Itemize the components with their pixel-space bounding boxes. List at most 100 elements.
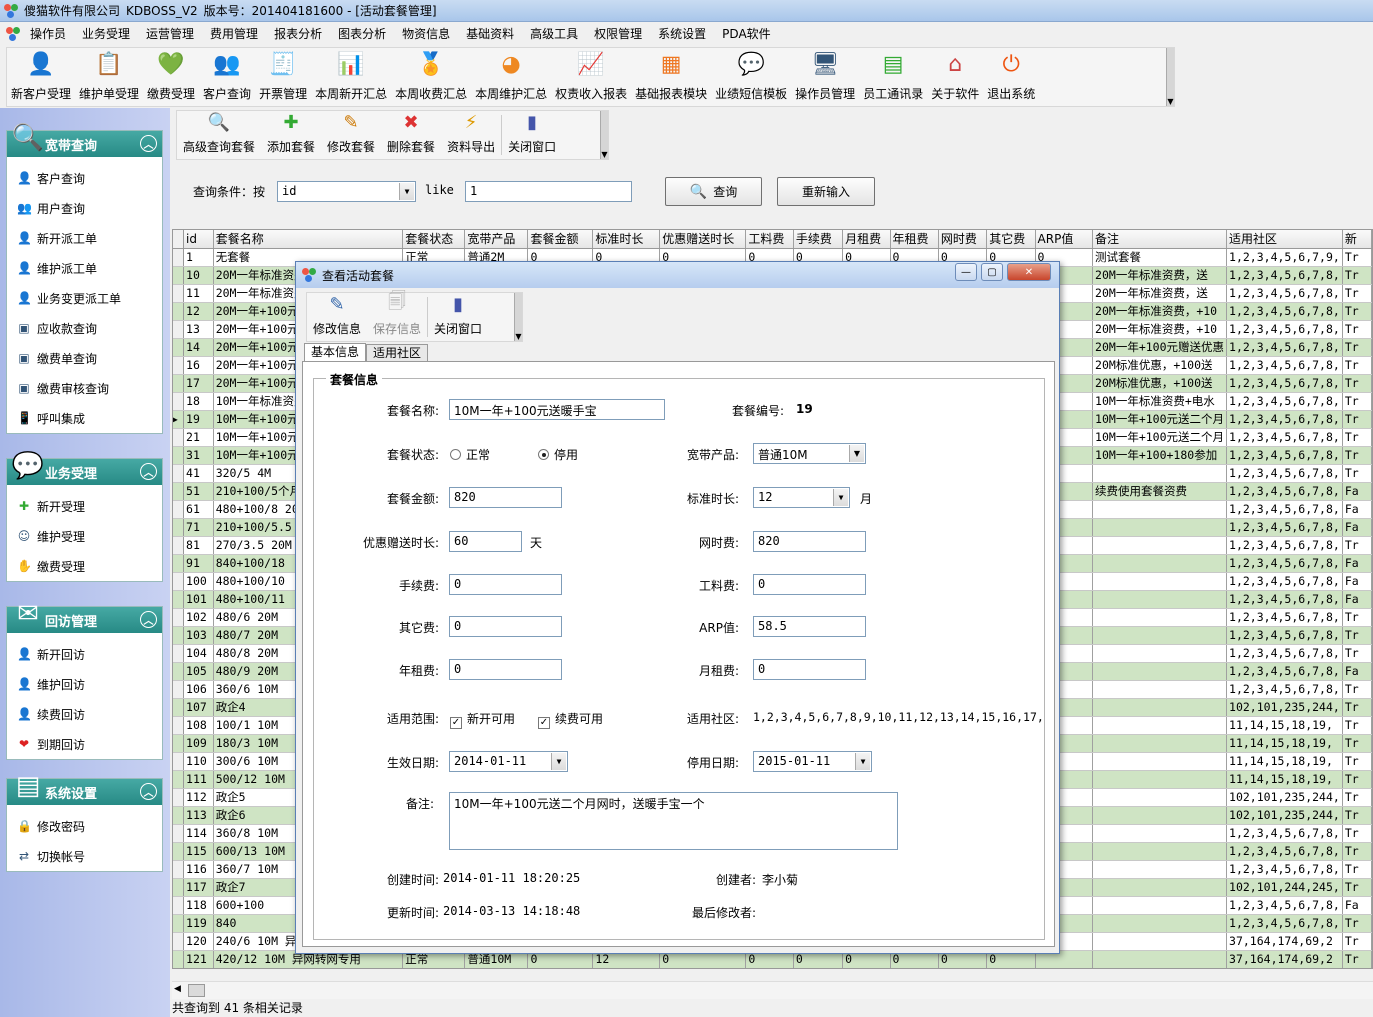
- other-input[interactable]: 0: [449, 616, 562, 637]
- nettime-input[interactable]: 820: [753, 531, 866, 552]
- row-header[interactable]: [173, 662, 185, 681]
- toolbar-overflow-icon[interactable]: ▼: [1166, 48, 1174, 106]
- collapse-chevron-icon[interactable]: ︿: [140, 611, 157, 628]
- sidebar-panel-header[interactable]: 🔍 宽带查询 ︿: [7, 123, 162, 157]
- row-header[interactable]: [173, 266, 185, 285]
- tab-0[interactable]: 基本信息: [304, 343, 367, 362]
- chevron-down-icon[interactable]: ▼: [399, 183, 414, 200]
- toolbar-button-1[interactable]: 📋 维护单受理: [75, 48, 143, 106]
- sidebar-item[interactable]: ✋ 缴费受理: [7, 551, 162, 581]
- menu-item-5[interactable]: 图表分析: [330, 22, 394, 46]
- row-header[interactable]: [173, 824, 185, 843]
- column-header[interactable]: 标准时长: [592, 230, 661, 249]
- row-header[interactable]: [173, 932, 185, 951]
- sidebar-item[interactable]: 👤 维护派工单: [7, 253, 162, 283]
- collapse-chevron-icon[interactable]: ︿: [140, 135, 157, 152]
- horizontal-scrollbar[interactable]: ◀: [172, 981, 1373, 999]
- toolbar-button-11[interactable]: 🖥 操作员管理: [791, 48, 859, 106]
- labor-input[interactable]: 0: [753, 574, 866, 595]
- sidebar-item[interactable]: ⇄ 切换帐号: [7, 841, 162, 871]
- toolbar-button-4[interactable]: 🧾 开票管理: [255, 48, 311, 106]
- row-header[interactable]: [173, 626, 185, 645]
- subtoolbar-button-3[interactable]: ✖ 删除套餐: [381, 111, 441, 159]
- chevron-down-icon[interactable]: ▼: [849, 445, 864, 462]
- column-header[interactable]: 月租费: [842, 230, 891, 249]
- menu-item-6[interactable]: 物资信息: [394, 22, 458, 46]
- row-header[interactable]: [173, 770, 185, 789]
- search-button[interactable]: 🔍 查询: [665, 177, 762, 206]
- menu-item-7[interactable]: 基础资料: [458, 22, 522, 46]
- menu-item-1[interactable]: 业务受理: [74, 22, 138, 46]
- row-header[interactable]: [173, 950, 185, 968]
- subtoolbar-button-0[interactable]: 🔍 高级查询套餐: [177, 111, 261, 159]
- annual-input[interactable]: 0: [449, 659, 562, 680]
- toolbar-button-9[interactable]: ▦ 基础报表模块: [631, 48, 711, 106]
- scroll-thumb[interactable]: [188, 984, 205, 997]
- scope-new-checkbox[interactable]: ✓ 新开可用: [450, 710, 515, 729]
- toolbar-button-10[interactable]: 💬 业绩短信模板: [711, 48, 791, 106]
- dialog-toolbar-button-0[interactable]: ✎ 修改信息: [307, 293, 367, 341]
- fee-input[interactable]: 0: [449, 574, 562, 595]
- row-header[interactable]: [173, 338, 185, 357]
- toolbar-button-2[interactable]: 💚 缴费受理: [143, 48, 199, 106]
- sidebar-item[interactable]: ❤ 到期回访: [7, 729, 162, 759]
- row-header[interactable]: [173, 716, 185, 735]
- toolbar-button-0[interactable]: 👤 新客户受理: [7, 48, 75, 106]
- menu-item-11[interactable]: PDA软件: [714, 22, 778, 46]
- row-header[interactable]: [173, 806, 185, 825]
- row-header[interactable]: [173, 752, 185, 771]
- sidebar-item[interactable]: 📱 呼叫集成: [7, 403, 162, 433]
- row-header[interactable]: [173, 482, 185, 501]
- column-header[interactable]: 套餐金额: [527, 230, 594, 249]
- row-header[interactable]: [173, 428, 185, 447]
- reset-button[interactable]: 重新输入: [777, 177, 875, 206]
- tab-1[interactable]: 适用社区: [366, 344, 429, 362]
- column-header[interactable]: 手续费: [793, 230, 844, 249]
- row-header[interactable]: [173, 734, 185, 753]
- toolbar-button-7[interactable]: ◕ 本周维护汇总: [471, 48, 551, 106]
- bonus-input[interactable]: 60: [449, 531, 522, 552]
- subtoolbar-button-1[interactable]: ✚ 添加套餐: [261, 111, 321, 159]
- toolbar-button-3[interactable]: 👥 客户查询: [199, 48, 255, 106]
- minimize-icon[interactable]: —: [955, 263, 977, 281]
- sidebar-panel-header[interactable]: ✉ 回访管理 ︿: [7, 599, 162, 633]
- row-header[interactable]: [173, 914, 185, 933]
- row-header[interactable]: [173, 392, 185, 411]
- sidebar-item[interactable]: ▣ 缴费单查询: [7, 343, 162, 373]
- row-header[interactable]: [173, 284, 185, 303]
- sidebar-item[interactable]: 👤 新开回访: [7, 639, 162, 669]
- toolbar-overflow-icon[interactable]: ▼: [514, 293, 522, 341]
- dialog-toolbar-button-2[interactable]: ▮ 关闭窗口: [428, 293, 488, 341]
- chevron-down-icon[interactable]: ▼: [833, 489, 848, 506]
- product-select[interactable]: 普通10M ▼: [753, 443, 866, 464]
- start-date-picker[interactable]: 2014-01-11 ▼: [449, 751, 568, 772]
- sidebar-panel-header[interactable]: ▤ 系统设置 ︿: [7, 771, 162, 805]
- row-header[interactable]: [173, 248, 185, 267]
- row-header[interactable]: [173, 536, 185, 555]
- sidebar-item[interactable]: 👤 续费回访: [7, 699, 162, 729]
- sidebar-item[interactable]: 👥 用户查询: [7, 193, 162, 223]
- toolbar-overflow-icon[interactable]: ▼: [600, 111, 608, 159]
- column-header[interactable]: 新: [1342, 230, 1372, 249]
- row-header[interactable]: [173, 518, 185, 537]
- column-header[interactable]: ARP值: [1035, 230, 1094, 249]
- sidebar-panel-header[interactable]: 💬 业务受理 ︿: [7, 451, 162, 485]
- row-header[interactable]: [173, 644, 185, 663]
- menu-item-9[interactable]: 权限管理: [586, 22, 650, 46]
- state-normal-radio[interactable]: 正常: [450, 446, 490, 463]
- row-header[interactable]: [173, 788, 185, 807]
- query-field-select[interactable]: id ▼: [277, 181, 416, 202]
- column-header[interactable]: 优惠赠送时长: [659, 230, 747, 249]
- toolbar-button-12[interactable]: ▤ 员工通讯录: [859, 48, 927, 106]
- menu-item-10[interactable]: 系统设置: [650, 22, 714, 46]
- sidebar-item[interactable]: 👤 新开派工单: [7, 223, 162, 253]
- column-header[interactable]: 年租费: [890, 230, 939, 249]
- menu-item-2[interactable]: 运营管理: [138, 22, 202, 46]
- query-value-input[interactable]: 1: [465, 181, 632, 202]
- package-name-input[interactable]: 10M一年+100元送暖手宝: [449, 399, 665, 420]
- row-header[interactable]: [173, 572, 185, 591]
- row-header[interactable]: [173, 446, 185, 465]
- sidebar-item[interactable]: ☺ 维护受理: [7, 521, 162, 551]
- amount-input[interactable]: 820: [449, 487, 562, 508]
- column-header[interactable]: 工料费: [745, 230, 794, 249]
